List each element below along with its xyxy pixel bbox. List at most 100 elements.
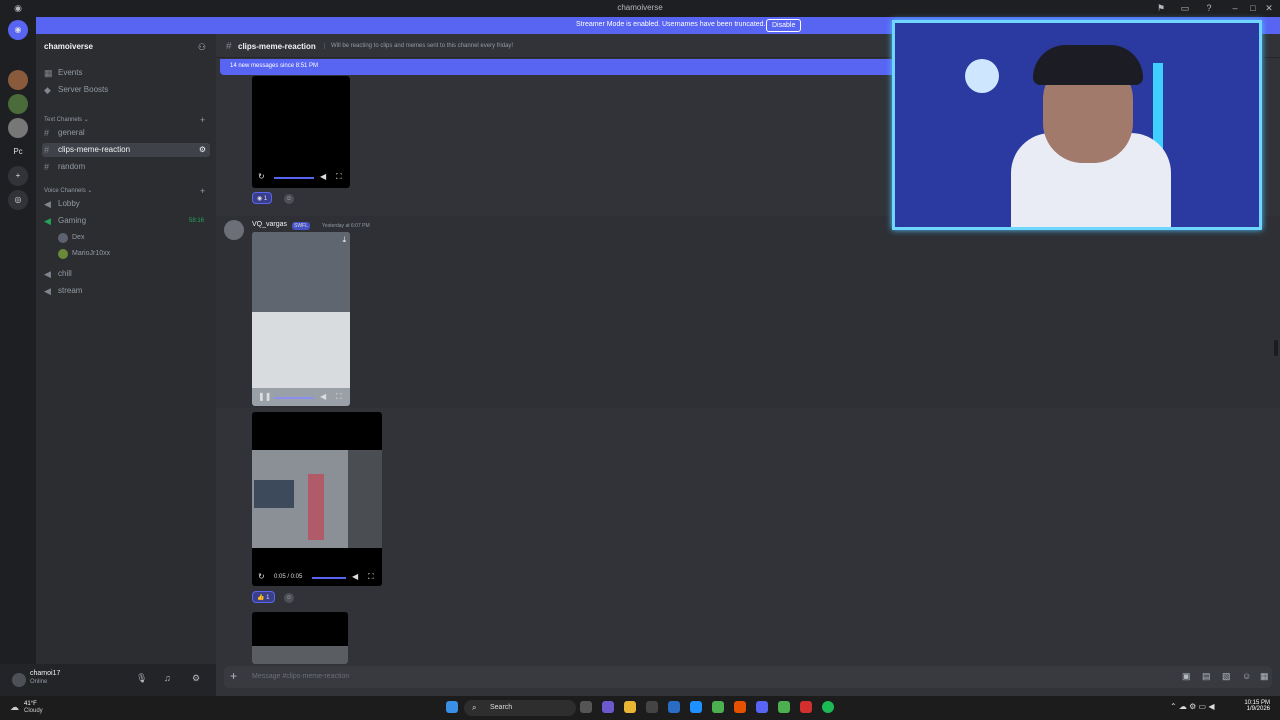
chrome-icon[interactable] (778, 701, 790, 713)
app-icon[interactable] (800, 701, 812, 713)
minimize-icon[interactable]: – (1230, 3, 1240, 13)
voice-user[interactable]: MarioJr10xx (58, 248, 110, 260)
webcam-person-hair (1033, 45, 1143, 85)
video-frame (252, 312, 350, 388)
category-text-channels[interactable]: Text Channels ⌄ + (44, 115, 205, 125)
avatar[interactable] (12, 673, 26, 687)
server-icon[interactable] (8, 70, 28, 90)
add-server-icon[interactable]: + (8, 166, 28, 186)
fullscreen-icon[interactable]: ⛶ (336, 392, 342, 402)
category-voice-channels[interactable]: Voice Channels ⌄ + (44, 186, 205, 196)
store-icon[interactable] (646, 701, 658, 713)
message-composer[interactable]: + Message #clips-meme-reaction ▣ ▤ ▧ ☺ ▦ (224, 666, 1272, 688)
banner-text: Streamer Mode is enabled. Usernames have… (576, 21, 766, 28)
new-messages-bar[interactable]: 14 new messages since 8:51 PM (220, 59, 900, 75)
channel-label: chill (58, 269, 72, 278)
download-icon[interactable]: ⤓ (342, 235, 346, 245)
video-progress-bar[interactable] (274, 177, 314, 179)
app-icon[interactable] (734, 701, 746, 713)
volume-icon[interactable]: ◀ (352, 572, 358, 581)
voice-channel-chill[interactable]: ◀ chill (42, 267, 210, 281)
sidebar-item-server-boosts[interactable]: ◆ Server Boosts (42, 83, 210, 97)
close-icon[interactable]: ✕ (1264, 3, 1274, 13)
message-author[interactable]: VQ_vargas (252, 221, 287, 228)
scrollbar[interactable] (1274, 340, 1278, 356)
explore-servers-icon[interactable]: ◎ (8, 190, 28, 210)
add-attachment-icon[interactable]: + (230, 669, 237, 683)
server-icon[interactable] (8, 118, 28, 138)
add-reaction-icon[interactable]: ☺ (284, 194, 294, 204)
video-progress-bar[interactable] (274, 397, 314, 399)
pause-icon[interactable]: ❚❚ (258, 392, 271, 401)
direct-messages-icon[interactable]: ◉ (8, 20, 28, 40)
edge-icon[interactable] (690, 701, 702, 713)
emoji-icon[interactable]: ☺ (1242, 671, 1251, 681)
task-view-icon[interactable] (580, 701, 592, 713)
settings-gear-icon[interactable]: ⚙ (199, 143, 206, 157)
category-label: Voice Channels (44, 188, 86, 194)
sticker-icon[interactable]: ▧ (1222, 671, 1231, 682)
discord-icon[interactable] (756, 701, 768, 713)
apps-icon[interactable]: ▦ (1260, 671, 1269, 682)
reaction-count: 1 (263, 196, 268, 202)
message-timestamp: Yesterday at 6:07 PM (322, 223, 370, 229)
server-icon[interactable] (8, 94, 28, 114)
server-name[interactable]: chamoiverse (44, 42, 93, 51)
window-title: chamoiverse (617, 3, 663, 12)
help-icon[interactable]: ? (1204, 3, 1214, 13)
maximize-icon[interactable]: □ (1248, 3, 1258, 13)
gif-icon[interactable]: ▤ (1202, 671, 1211, 682)
video-player[interactable] (252, 612, 348, 664)
message-input[interactable]: Message #clips-meme-reaction (252, 673, 349, 680)
gift-icon[interactable]: ▣ (1182, 671, 1191, 682)
add-reaction-icon[interactable]: ☺ (284, 593, 294, 603)
microphone-icon[interactable]: 🎙 (136, 673, 147, 684)
fullscreen-icon[interactable]: ⛶ (336, 172, 342, 182)
weather-temp[interactable]: 41°F (24, 701, 37, 707)
avatar[interactable] (224, 220, 244, 240)
create-channel-icon[interactable]: + (200, 115, 205, 125)
taskbar-clock[interactable]: 10:15 PM 1/9/2026 (1238, 700, 1270, 712)
video-progress-bar[interactable] (312, 577, 346, 579)
disable-streamer-mode-button[interactable]: Disable (766, 19, 802, 32)
create-channel-icon[interactable]: + (200, 186, 205, 196)
taskbar-search[interactable]: ⌕ Search (464, 700, 576, 716)
channel-random[interactable]: # random (42, 160, 210, 174)
server-pc[interactable]: Pc (8, 142, 28, 162)
voice-user[interactable]: Dex (58, 232, 84, 244)
reaction-count: 1 (266, 595, 270, 601)
invite-icon[interactable]: ⚇ (198, 42, 206, 53)
screen-icon[interactable]: ▭ (1180, 3, 1190, 13)
video-player[interactable]: ⤓ ❚❚ ◀ ⛶ (252, 232, 350, 406)
channel-sidebar: chamoiverse ⚇ ▦ Events ◆ Server Boosts Tex… (36, 34, 216, 664)
replay-icon[interactable]: ↻ (258, 172, 265, 181)
replay-icon[interactable]: ↻ (258, 572, 265, 581)
hash-icon: # (44, 145, 50, 155)
inbox-flag-icon[interactable]: ⚑ (1156, 3, 1166, 13)
channel-general[interactable]: # general (42, 126, 210, 140)
app-icon[interactable] (602, 701, 614, 713)
voice-channel-stream[interactable]: ◀ stream (42, 284, 210, 298)
file-explorer-icon[interactable] (624, 701, 636, 713)
mail-icon[interactable] (668, 701, 680, 713)
video-player[interactable]: ↻ 0:05 / 0:05 ◀ ⛶ (252, 412, 382, 586)
start-icon[interactable] (446, 701, 458, 713)
volume-icon[interactable]: ◀ (320, 392, 326, 401)
volume-icon[interactable]: ◀ (320, 172, 326, 181)
sidebar-item-events[interactable]: ▦ Events (42, 66, 210, 80)
channel-topic[interactable]: Will be reacting to clips and memes sent… (324, 43, 513, 49)
fullscreen-icon[interactable]: ⛶ (368, 572, 374, 582)
reaction-button[interactable]: 👍 1 (252, 591, 275, 603)
chrome-icon[interactable] (712, 701, 724, 713)
headset-icon[interactable]: ♫ (164, 673, 171, 683)
voice-user-name: Dex (72, 234, 85, 241)
video-player[interactable]: ↻ ◀ ⛶ (252, 76, 350, 188)
channel-clips-meme-reaction[interactable]: # clips-meme-reaction ⚙ (42, 143, 210, 157)
voice-channel-lobby[interactable]: ◀ Lobby (42, 197, 210, 211)
tray-icons[interactable]: ⌃ ☁ ⚙ ▭ ◀ (1170, 702, 1214, 711)
user-settings-gear-icon[interactable]: ⚙ (192, 673, 200, 684)
reaction-button[interactable]: ◉ 1 (252, 192, 273, 204)
spotify-icon[interactable] (822, 701, 834, 713)
avatar (58, 233, 68, 243)
voice-channel-gaming[interactable]: ◀ Gaming 58:16 (42, 214, 210, 228)
